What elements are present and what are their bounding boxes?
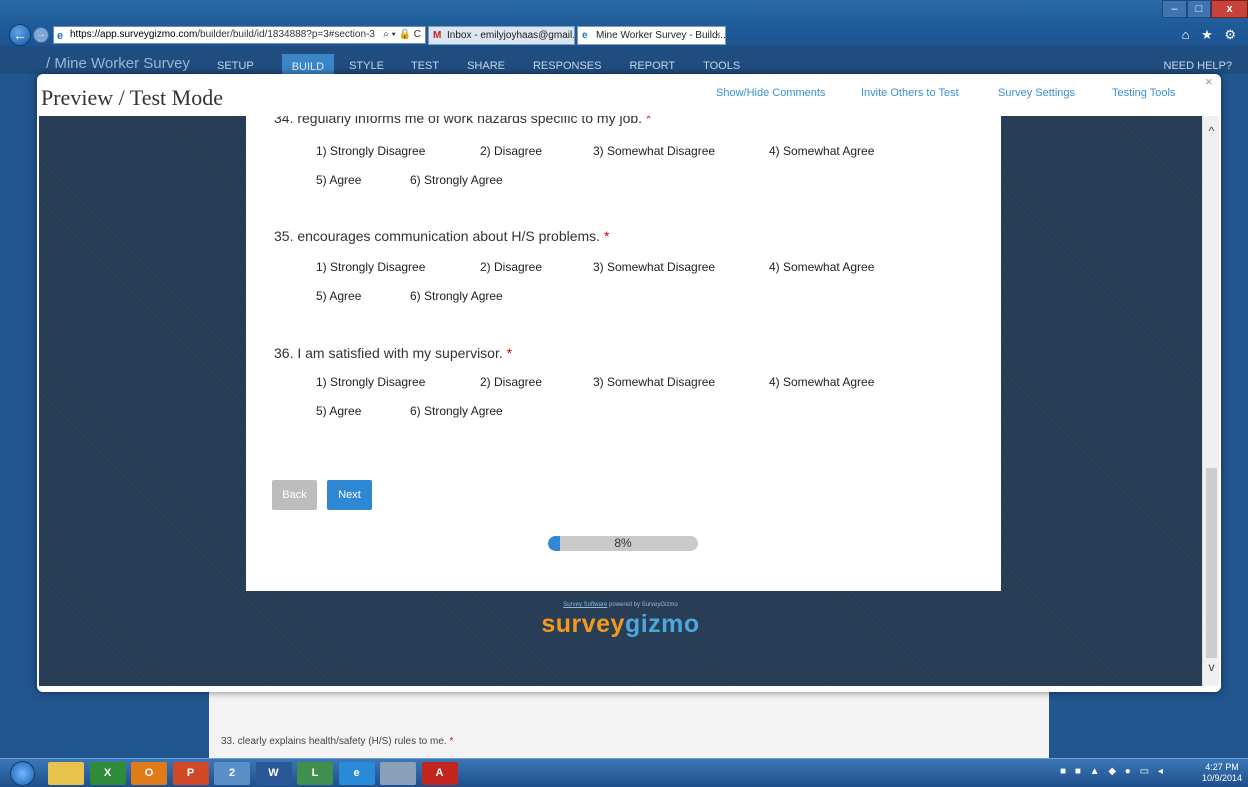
acrobat-icon[interactable]: A xyxy=(421,762,458,785)
testing-tools-link[interactable]: Testing Tools xyxy=(1112,87,1175,99)
powered-by: Survey Software powered by SurveyGizmo xyxy=(39,602,1202,608)
address-bar[interactable]: e https://app.surveygizmo.com/builder/bu… xyxy=(53,26,426,44)
option-agree[interactable]: 5) Agree xyxy=(316,289,361,303)
browser-chrome: ← → e https://app.surveygizmo.com/builde… xyxy=(0,0,1248,46)
close-window-button[interactable]: x xyxy=(1211,0,1248,18)
excel-icon[interactable]: X xyxy=(89,762,126,785)
option-agree[interactable]: 5) Agree xyxy=(316,404,361,418)
clock-time: 4:27 PM xyxy=(1205,762,1239,772)
gmail-icon: M xyxy=(433,30,442,41)
app-nav: / Mine Worker Survey SETUP BUILD STYLE T… xyxy=(0,46,1248,76)
word-icon[interactable]: W xyxy=(255,762,292,785)
preview-scrollbar[interactable]: ^ v xyxy=(1202,116,1219,686)
clock[interactable]: 4:27 PM 10/9/2014 xyxy=(1202,762,1242,784)
tab-gmail[interactable]: M Inbox - emilyjoyhaas@gmail.c... xyxy=(428,26,575,45)
option-somewhat-agree[interactable]: 4) Somewhat Agree xyxy=(769,144,874,158)
ie-tab-icon: e xyxy=(582,30,588,41)
survey-software-link[interactable]: Survey Software xyxy=(563,602,607,608)
logo-part-gizmo: gizmo xyxy=(624,610,700,638)
back-arrow-icon[interactable]: ← xyxy=(9,24,31,46)
question-34: 34. regularly informs me of work hazards… xyxy=(274,116,651,126)
minimize-button[interactable]: – xyxy=(1162,0,1187,18)
background-question-text: 33. clearly explains health/safety (H/S)… xyxy=(221,736,447,747)
powered-text: powered by SurveyGizmo xyxy=(609,602,678,608)
question-text: 34. regularly informs me of work hazards… xyxy=(274,116,643,126)
required-mark: * xyxy=(449,736,454,747)
option-strongly-disagree[interactable]: 1) Strongly Disagree xyxy=(316,375,425,389)
preview-modal: Preview / Test Mode Show/Hide Comments I… xyxy=(37,74,1221,692)
tab-survey-builder[interactable]: e Mine Worker Survey - Build... × xyxy=(577,26,726,45)
logo-part-survey: survey xyxy=(541,610,625,638)
show-hide-comments-link[interactable]: Show/Hide Comments xyxy=(716,87,825,99)
nav-build[interactable]: BUILD xyxy=(281,54,335,76)
required-mark: * xyxy=(603,228,610,244)
internet-explorer-icon[interactable]: e xyxy=(338,762,375,785)
url-path: /builder/build/id/1834888?p=3#section-3 xyxy=(197,29,375,40)
option-disagree[interactable]: 2) Disagree xyxy=(480,144,542,158)
project-icon[interactable]: L xyxy=(297,762,333,785)
modal-title: Preview / Test Mode xyxy=(41,85,223,110)
option-agree[interactable]: 5) Agree xyxy=(316,173,361,187)
start-button[interactable] xyxy=(10,761,35,786)
background-question-33[interactable]: 33. clearly explains health/safety (H/S)… xyxy=(221,736,453,747)
calculator-icon[interactable] xyxy=(380,762,416,785)
next-button[interactable]: Next xyxy=(327,480,372,510)
system-tray-icons[interactable]: ■ ■ ▲ ◆ ● ▭ ◂ xyxy=(1060,766,1166,777)
builder-question-panel: 33. clearly explains health/safety (H/S)… xyxy=(209,690,1049,758)
scroll-thumb[interactable] xyxy=(1206,468,1217,658)
option-somewhat-agree[interactable]: 4) Somewhat Agree xyxy=(769,260,874,274)
invite-others-link[interactable]: Invite Others to Test xyxy=(861,87,959,99)
option-disagree[interactable]: 2) Disagree xyxy=(480,260,542,274)
required-mark: * xyxy=(645,116,652,126)
question-text: 35. encourages communication about H/S p… xyxy=(274,228,601,244)
windows-taskbar: XOP2WLe A ■ ■ ▲ ◆ ● ▭ ◂ 4:27 PM 10/9/2014 xyxy=(0,758,1248,787)
maximize-button[interactable]: □ xyxy=(1187,0,1211,18)
lync-icon[interactable]: 2 xyxy=(214,762,250,785)
question-35: 35. encourages communication about H/S p… xyxy=(274,228,609,244)
ie-page-icon: e xyxy=(57,30,64,42)
option-strongly-disagree[interactable]: 1) Strongly Disagree xyxy=(316,260,425,274)
powerpoint-icon[interactable]: P xyxy=(172,762,209,785)
option-somewhat-disagree[interactable]: 3) Somewhat Disagree xyxy=(593,375,715,389)
close-icon[interactable]: × xyxy=(1205,74,1213,89)
forward-arrow-icon[interactable]: → xyxy=(33,27,49,43)
address-tools-icon[interactable]: ⌕ ▾ 🔒 C xyxy=(383,27,421,43)
question-36: 36. I am satisfied with my supervisor. * xyxy=(274,345,512,361)
survey-preview-frame: 34. regularly informs me of work hazards… xyxy=(39,116,1202,686)
tab-close-icon[interactable]: × xyxy=(715,27,721,44)
clock-date: 10/9/2014 xyxy=(1202,773,1243,783)
question-text: 36. I am satisfied with my supervisor. xyxy=(274,345,503,361)
progress-label: 8% xyxy=(614,536,632,550)
surveygizmo-logo[interactable]: surveygizmo xyxy=(39,610,1202,639)
scroll-down-icon[interactable]: v xyxy=(1203,660,1220,674)
option-strongly-disagree[interactable]: 1) Strongly Disagree xyxy=(316,144,425,158)
survey-settings-link[interactable]: Survey Settings xyxy=(998,87,1075,99)
back-button[interactable]: Back xyxy=(272,480,317,510)
tab-label: Mine Worker Survey - Build... xyxy=(596,30,726,41)
url-host: https://app.surveygizmo.com xyxy=(70,29,198,40)
option-somewhat-disagree[interactable]: 3) Somewhat Disagree xyxy=(593,144,715,158)
option-strongly-agree[interactable]: 6) Strongly Agree xyxy=(410,289,503,303)
survey-name[interactable]: / Mine Worker Survey xyxy=(46,55,190,72)
option-strongly-agree[interactable]: 6) Strongly Agree xyxy=(410,173,503,187)
scroll-up-icon[interactable]: ^ xyxy=(1203,124,1220,138)
outlook-icon[interactable]: O xyxy=(131,762,167,785)
option-strongly-agree[interactable]: 6) Strongly Agree xyxy=(410,404,503,418)
required-mark: * xyxy=(506,345,513,361)
survey-page: 34. regularly informs me of work hazards… xyxy=(246,116,1001,591)
option-somewhat-agree[interactable]: 4) Somewhat Agree xyxy=(769,375,874,389)
progress-bar: 8% xyxy=(548,536,698,551)
tab-label: Inbox - emilyjoyhaas@gmail.c... xyxy=(447,30,575,41)
file-explorer-icon[interactable] xyxy=(48,762,84,785)
browser-toolbar-icons[interactable]: ⌂ ★ ⚙ xyxy=(1182,27,1240,43)
option-somewhat-disagree[interactable]: 3) Somewhat Disagree xyxy=(593,260,715,274)
need-help-link[interactable]: NEED HELP? xyxy=(1164,60,1232,72)
survey-footer: Survey Software powered by SurveyGizmo s… xyxy=(39,602,1202,639)
option-disagree[interactable]: 2) Disagree xyxy=(480,375,542,389)
